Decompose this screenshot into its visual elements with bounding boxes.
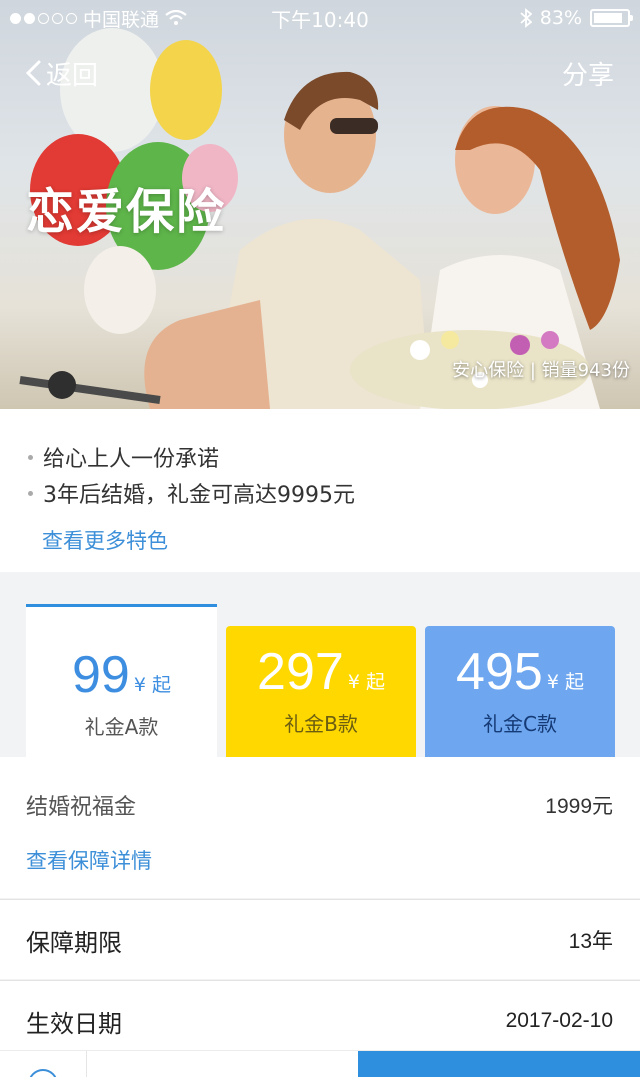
- plan-name: 礼金B款: [284, 712, 358, 736]
- status-time: 下午10:40: [271, 7, 369, 32]
- share-button[interactable]: 分享: [562, 55, 614, 92]
- plan-price: 297: [257, 643, 344, 701]
- back-button[interactable]: 返回: [24, 55, 98, 92]
- chevron-left-icon: [25, 60, 41, 86]
- effective-date-row[interactable]: 生效日期 2017-02-10: [0, 980, 640, 1060]
- product-meta: 安心保险 | 销量943份: [452, 360, 630, 381]
- bullet-icon: [28, 454, 33, 460]
- plan-price: 495: [456, 643, 543, 701]
- nav-bar: 返回 分享: [0, 50, 640, 96]
- bottom-action-bar: [0, 1050, 640, 1077]
- coverage-detail-link[interactable]: 查看保障详情: [26, 845, 152, 875]
- battery-icon: [590, 9, 633, 27]
- signal-icon: [10, 12, 77, 24]
- bluetooth-icon: [520, 8, 532, 28]
- carrier-label: 中国联通: [83, 8, 160, 31]
- benefit-section: 结婚祝福金 1999元 查看保障详情: [0, 757, 640, 898]
- divider: [86, 1051, 87, 1077]
- term-row: 保障期限 13年: [0, 899, 640, 979]
- plan-c-tab[interactable]: 495 ¥ 起 礼金C款: [425, 626, 615, 757]
- plan-selector: 99 ¥ 起 礼金A款 297 ¥ 起 礼金B款 495 ¥ 起 礼金C款: [0, 573, 640, 757]
- feature-item: 给心上人一份承诺: [28, 439, 640, 475]
- man-arm: [144, 300, 270, 409]
- plan-unit: ¥ 起: [546, 671, 584, 693]
- more-features-link[interactable]: 查看更多特色: [42, 525, 168, 555]
- plan-unit: ¥ 起: [347, 671, 385, 693]
- plan-name: 礼金A款: [84, 715, 159, 739]
- sunglasses: [330, 118, 378, 134]
- feature-section: 给心上人一份承诺 3年后结婚，礼金可高达9995元 查看更多特色: [0, 409, 640, 572]
- bullet-icon: [28, 490, 33, 496]
- bike-handle: [19, 376, 161, 404]
- hero-banner: 中国联通 下午10:40 83% 返回 分享 恋爱保险 安心保险 | 销量943…: [0, 0, 640, 409]
- effective-date-value: 2017-02-10: [505, 1009, 613, 1032]
- plan-price: 99: [72, 646, 130, 704]
- feature-item: 3年后结婚，礼金可高达9995元: [28, 475, 640, 511]
- benefit-label: 结婚祝福金: [26, 795, 137, 820]
- plan-b-tab[interactable]: 297 ¥ 起 礼金B款: [226, 626, 416, 757]
- balloon-cream: [84, 246, 156, 334]
- effective-date-label: 生效日期: [26, 1009, 122, 1038]
- plan-a-tab[interactable]: 99 ¥ 起 礼金A款: [26, 604, 217, 757]
- battery-percent: 83%: [539, 7, 582, 29]
- term-label: 保障期限: [26, 928, 122, 957]
- buy-button[interactable]: [358, 1051, 640, 1077]
- benefit-value: 1999元: [545, 795, 613, 818]
- back-label: 返回: [46, 60, 99, 91]
- customer-service-icon[interactable]: [28, 1069, 58, 1077]
- status-bar: 中国联通 下午10:40 83%: [0, 0, 640, 36]
- plan-unit: ¥ 起: [133, 674, 171, 696]
- plan-name: 礼金C款: [483, 712, 557, 736]
- wifi-icon: [165, 10, 187, 25]
- term-value: 13年: [568, 930, 613, 953]
- product-title: 恋爱保险: [26, 184, 227, 240]
